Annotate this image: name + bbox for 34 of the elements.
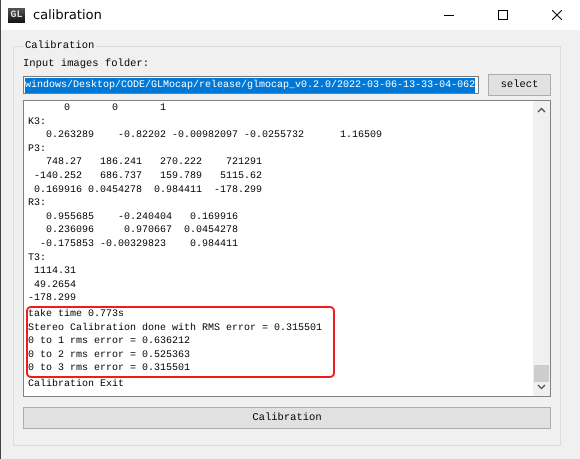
log-line: Calibration Exit (28, 378, 126, 392)
log-line: 0 0 1 (63, 102, 168, 116)
window-title: calibration (33, 8, 103, 22)
scroll-up-icon[interactable] (537, 107, 546, 113)
log-line: 0.955685 -0.240404 0.169916 (45, 210, 240, 224)
log-line: 0 to 1 rms error = 0.636212 (28, 335, 192, 349)
log-line: -140.252 686.737 159.789 5115.62 (33, 170, 264, 184)
log-line: 0 to 3 rms error = 0.315501 (28, 362, 192, 376)
log-line: Stereo Calibration done with RMS error = 0.315501 (28, 322, 324, 336)
folder-path-field[interactable]: windows/Desktop/CODE/GLMocap/release/glmocap_v0.2.0/2022-03-06-13-33-04-062 (23, 76, 479, 94)
maximize-icon (498, 10, 508, 20)
select-button[interactable]: select (488, 74, 551, 96)
log-line: 748.27 186.241 270.222 721291 (45, 156, 264, 170)
folder-label: Input images folder: (23, 58, 150, 70)
log-line: 49.2654 (33, 278, 78, 292)
scroll-down-icon[interactable] (537, 384, 546, 390)
log-line: T3: (28, 252, 48, 266)
log-line: 0.263289 -0.82202 -0.00982097 -0.0255732 1.16509 (45, 129, 384, 143)
calibration-button[interactable]: Calibration (23, 407, 551, 429)
log-line: 1114.31 (33, 265, 78, 279)
log-line: -0.175853 -0.00329823 0.984411 (39, 238, 240, 252)
log-line: R3: (28, 197, 48, 211)
scrollbar-thumb[interactable] (534, 365, 549, 382)
log-line: P3: (28, 142, 48, 156)
log-line: take time 0.773s (28, 308, 126, 322)
log-line: -178.299 (28, 292, 78, 306)
log-line: 0 to 2 rms error = 0.525363 (28, 348, 192, 362)
log-line: 0.236096 0.970667 0.0454278 (45, 224, 240, 238)
scrollbar[interactable] (533, 101, 550, 396)
log-line: K3: (28, 116, 48, 130)
close-icon (552, 10, 562, 20)
app-icon: GL (8, 8, 25, 22)
log-line: 0.169916 0.0454278 0.984411 -178.299 (33, 184, 264, 198)
group-title: Calibration (24, 40, 96, 52)
